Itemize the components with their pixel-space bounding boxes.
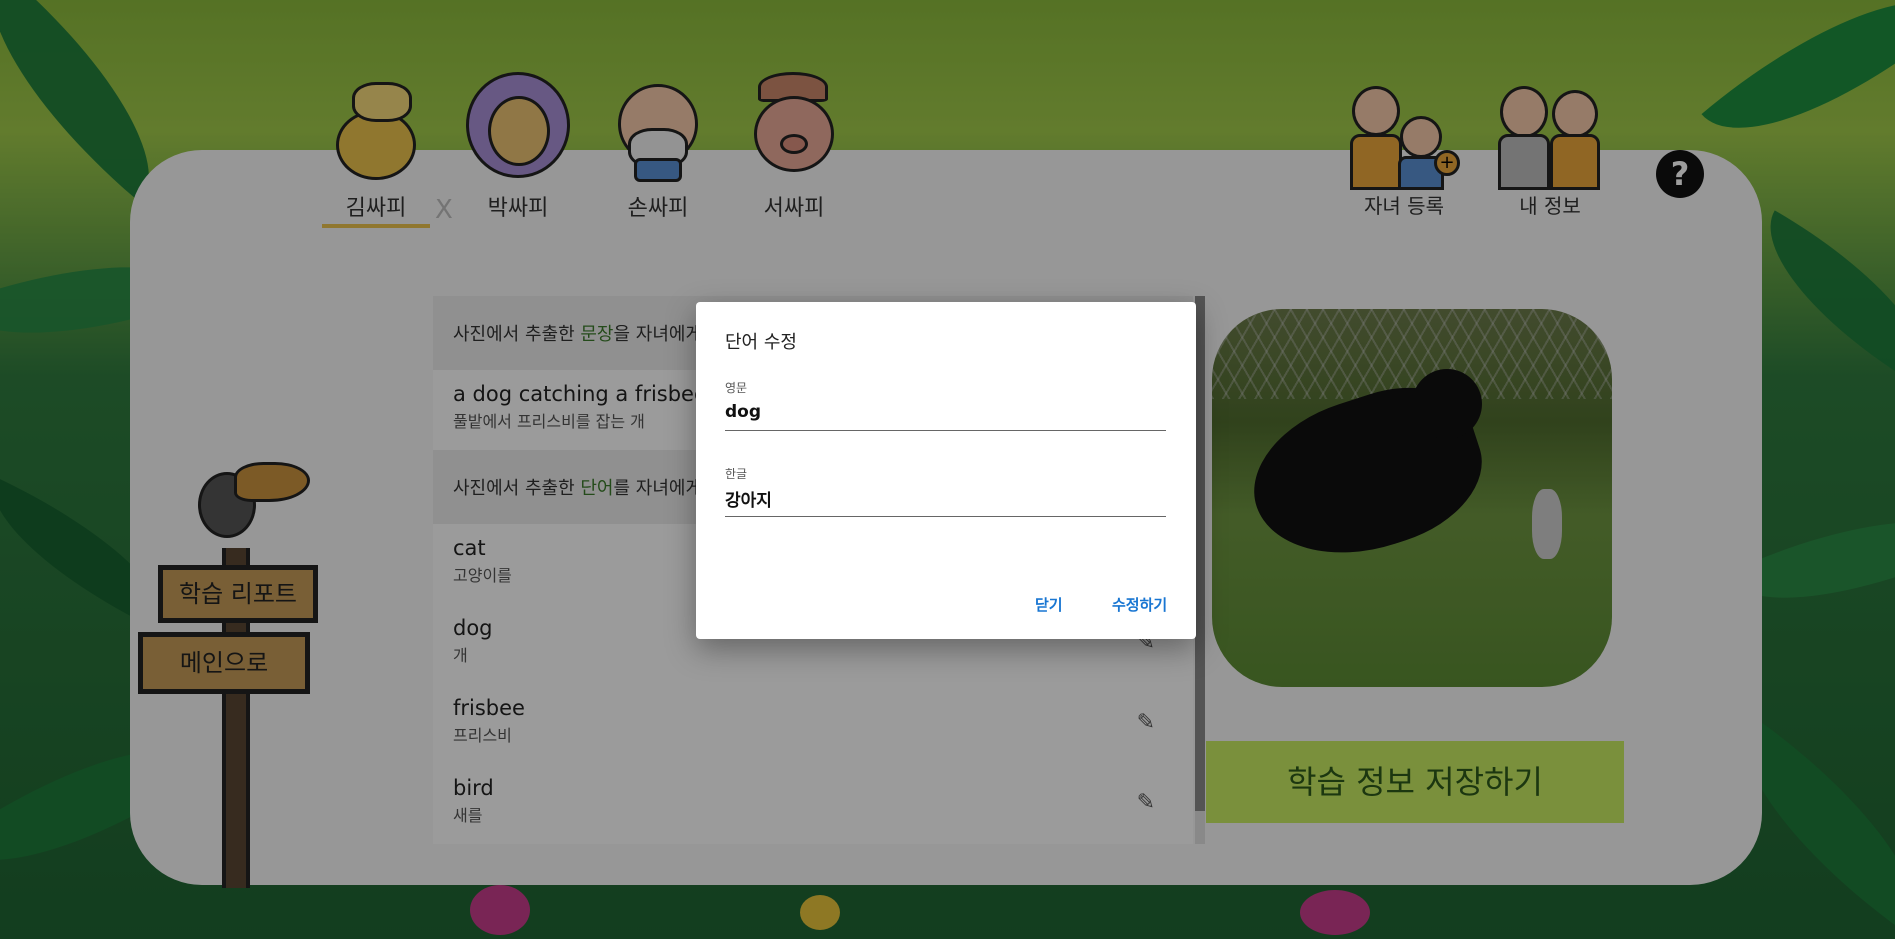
- korean-field: 한글: [725, 465, 1166, 517]
- edit-word-dialog: 단어 수정 영문 한글 닫기 수정하기: [696, 302, 1196, 639]
- korean-field-label: 한글: [725, 467, 748, 481]
- close-button[interactable]: 닫기: [1035, 594, 1063, 615]
- korean-input[interactable]: [725, 482, 1166, 516]
- english-field-label: 영문: [725, 381, 748, 395]
- english-input[interactable]: [725, 396, 1166, 430]
- english-field: 영문: [725, 379, 1166, 431]
- submit-edit-button[interactable]: 수정하기: [1112, 594, 1167, 615]
- dialog-title: 단어 수정: [725, 332, 797, 353]
